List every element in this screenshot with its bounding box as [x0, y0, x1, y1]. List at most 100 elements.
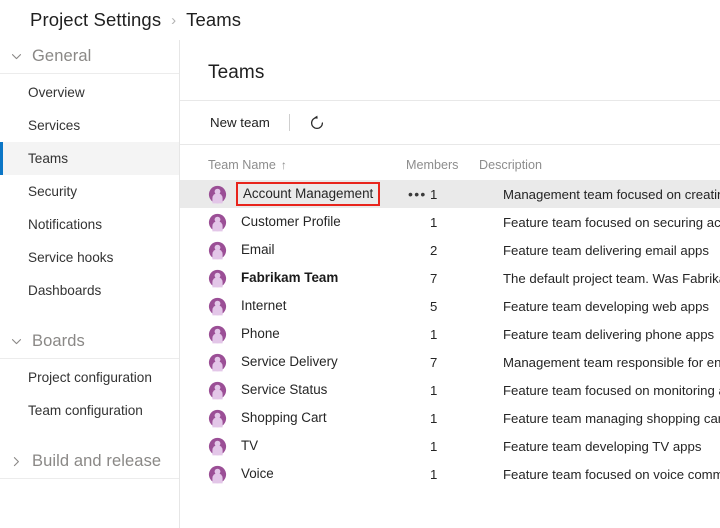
team-name-link[interactable]: Service Status	[241, 382, 327, 397]
cell-members-count: 1	[430, 466, 438, 482]
sort-ascending-icon: ↑	[280, 158, 287, 172]
table-row[interactable]: Phone 1 Feature team delivering phone apps	[180, 320, 720, 348]
column-header-members[interactable]: Members	[406, 158, 479, 172]
cell-team-name[interactable]: TV	[208, 435, 406, 457]
cell-members-count: 1	[430, 438, 438, 454]
sidebar-item-label: Service hooks	[28, 250, 114, 265]
sidebar-item-teams[interactable]: Teams	[0, 142, 179, 175]
breadcrumb: Project Settings › Teams	[0, 0, 720, 40]
sidebar-item-team-configuration[interactable]: Team configuration	[0, 394, 179, 427]
table-row[interactable]: Voice 1 Feature team focused on voice comm…	[180, 460, 720, 488]
cell-members-count: 7	[430, 354, 438, 370]
sidebar-item-services[interactable]: Services	[0, 109, 179, 142]
cell-team-name[interactable]: Account Management	[208, 182, 406, 206]
cell-team-name[interactable]: Email	[208, 239, 406, 261]
grid-header-row: Team Name ↑ Members Description	[180, 150, 720, 180]
sidebar-group-items: Project configuration Team configuration	[0, 359, 179, 427]
sidebar-item-project-configuration[interactable]: Project configuration	[0, 361, 179, 394]
team-name-link[interactable]: Shopping Cart	[241, 410, 327, 425]
sidebar-group-build-and-release[interactable]: Build and release	[0, 445, 179, 479]
sidebar-item-overview[interactable]: Overview	[0, 76, 179, 109]
sidebar-item-label: Teams	[28, 151, 69, 166]
breadcrumb-parent[interactable]: Project Settings	[30, 9, 161, 31]
chevron-down-icon	[10, 335, 24, 349]
team-name-box: TV	[236, 435, 263, 457]
team-avatar-icon	[208, 241, 227, 260]
team-name-link[interactable]: Fabrikam Team	[241, 270, 338, 285]
sidebar-item-label: Notifications	[28, 217, 103, 232]
sidebar-group-label: Build and release	[32, 452, 162, 470]
cell-description: Management team responsible for ensure	[503, 354, 720, 370]
team-name-box: Shopping Cart	[236, 407, 332, 429]
cell-description: The default project team. Was Fabrikam F…	[503, 270, 720, 286]
column-header-team-name-label: Team Name	[208, 158, 276, 172]
table-row[interactable]: Internet 5 Feature team developing web app…	[180, 292, 720, 320]
team-name-link[interactable]: Voice	[241, 466, 274, 481]
cell-team-name[interactable]: Fabrikam Team	[208, 267, 406, 289]
teams-grid: Team Name ↑ Members Description Account …	[180, 150, 720, 488]
page-title: Teams	[208, 62, 265, 83]
team-name-link[interactable]: Internet	[241, 298, 286, 313]
sidebar-group-general[interactable]: General	[0, 40, 179, 74]
cell-members-count: 1	[430, 326, 438, 342]
team-name-box: Phone	[236, 323, 285, 345]
refresh-icon[interactable]	[307, 113, 327, 133]
column-header-team-name[interactable]: Team Name ↑	[208, 158, 406, 172]
table-row[interactable]: Service Delivery 7 Management team respons…	[180, 348, 720, 376]
sidebar-item-notifications[interactable]: Notifications	[0, 208, 179, 241]
cell-members-count: 1	[430, 214, 438, 230]
team-avatar-icon	[208, 185, 227, 204]
cell-description: Feature team developing web apps	[503, 298, 710, 314]
team-name-link[interactable]: Phone	[241, 326, 280, 341]
team-avatar-icon	[208, 269, 227, 288]
cell-description: Feature team focused on voice communic	[503, 466, 720, 482]
cell-team-name[interactable]: Shopping Cart	[208, 407, 406, 429]
row-more-actions-icon[interactable]: •••	[408, 187, 430, 201]
team-name-link[interactable]: TV	[241, 438, 258, 453]
sidebar-item-label: Team configuration	[28, 403, 143, 418]
sidebar-group-label: Boards	[32, 332, 85, 350]
sidebar-item-service-hooks[interactable]: Service hooks	[0, 241, 179, 274]
cell-team-name[interactable]: Service Delivery	[208, 351, 406, 373]
table-row[interactable]: Customer Profile 1 Feature team focused on…	[180, 208, 720, 236]
sidebar-item-security[interactable]: Security	[0, 175, 179, 208]
cell-description: Management team focused on creating an	[503, 186, 720, 202]
team-name-link[interactable]: Service Delivery	[241, 354, 338, 369]
cell-team-name[interactable]: Voice	[208, 463, 406, 485]
cell-description: Feature team delivering email apps	[503, 242, 709, 258]
settings-sidebar: General Overview Services Teams Security Noti…	[0, 40, 180, 528]
sidebar-item-dashboards[interactable]: Dashboards	[0, 274, 179, 307]
sidebar-item-label: Project configuration	[28, 370, 152, 385]
table-row[interactable]: Account Management ••• 1 Management team fo…	[180, 180, 720, 208]
sidebar-group-boards[interactable]: Boards	[0, 325, 179, 359]
cell-team-name[interactable]: Internet	[208, 295, 406, 317]
team-avatar-icon	[208, 381, 227, 400]
table-row[interactable]: Service Status 1 Feature team focused on m…	[180, 376, 720, 404]
team-name-box: Internet	[236, 295, 291, 317]
sidebar-item-label: Dashboards	[28, 283, 102, 298]
team-name-box: Fabrikam Team	[236, 267, 343, 289]
team-name-link[interactable]: Customer Profile	[241, 214, 341, 229]
team-name-link[interactable]: Email	[241, 242, 274, 257]
chevron-right-icon	[10, 455, 24, 469]
table-row[interactable]: Shopping Cart 1 Feature team managing shop…	[180, 404, 720, 432]
table-row[interactable]: Fabrikam Team 7 The default project team. …	[180, 264, 720, 292]
team-name-box: Service Delivery	[236, 351, 343, 373]
table-row[interactable]: Email 2 Feature team delivering email apps	[180, 236, 720, 264]
cell-members-count: 1	[430, 410, 438, 426]
grid-toolbar: New team	[180, 100, 720, 145]
new-team-button[interactable]: New team	[208, 111, 272, 134]
team-name-box: Service Status	[236, 379, 332, 401]
table-row[interactable]: TV 1 Feature team developing TV apps	[180, 432, 720, 460]
cell-members-count: 1	[430, 382, 438, 398]
cell-team-name[interactable]: Customer Profile	[208, 211, 406, 233]
column-header-description[interactable]: Description	[479, 158, 720, 172]
sidebar-item-label: Security	[28, 184, 78, 199]
cell-team-name[interactable]: Service Status	[208, 379, 406, 401]
cell-description: Feature team focused on securing account	[503, 214, 720, 230]
app-root: Project Settings › Teams General Overview…	[0, 0, 720, 528]
team-name-link[interactable]: Account Management	[243, 186, 373, 201]
cell-members-count: 1	[430, 186, 438, 202]
cell-team-name[interactable]: Phone	[208, 323, 406, 345]
